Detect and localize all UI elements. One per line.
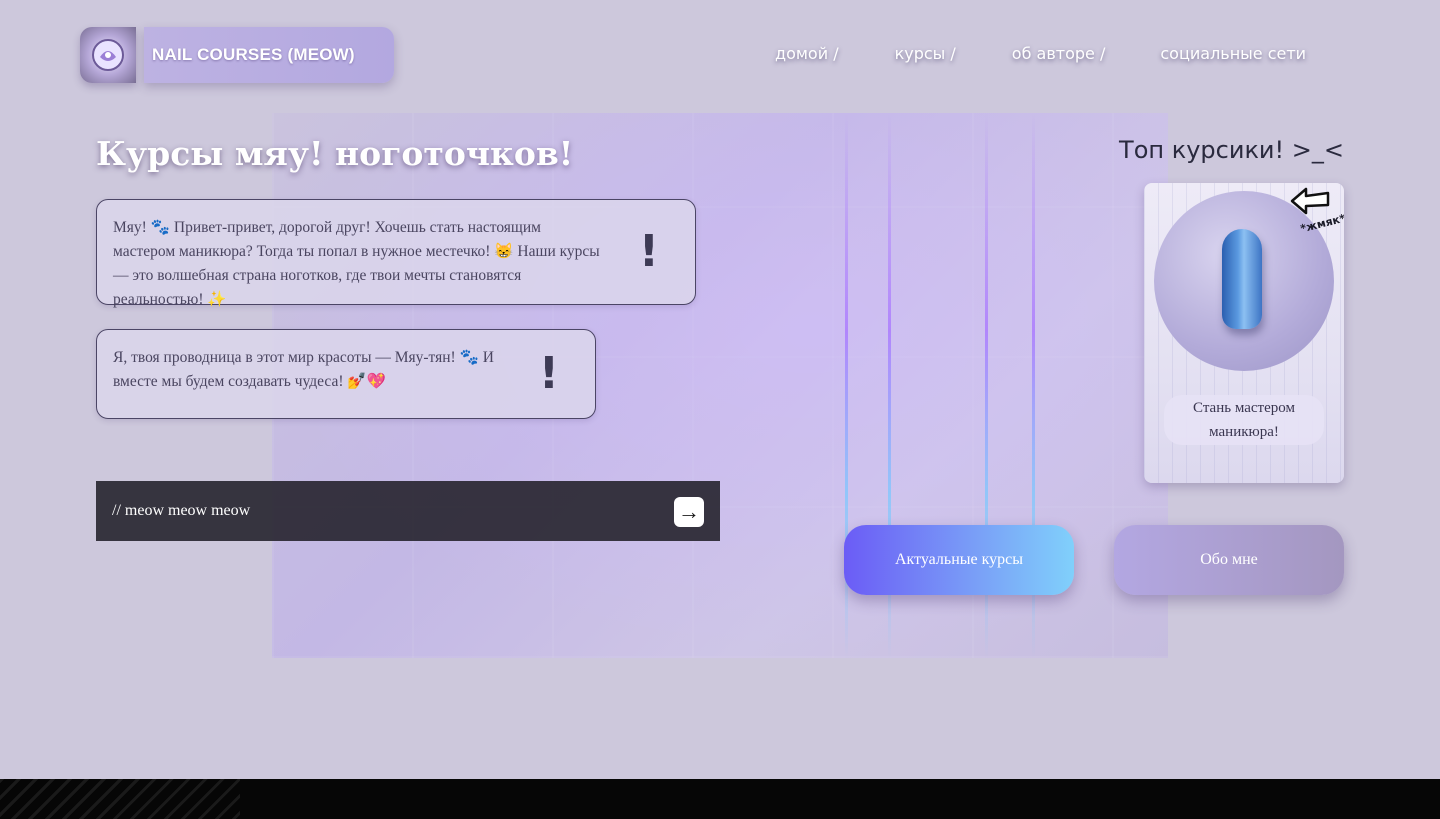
top-courses-title: Топ курсики! >_< [1119,136,1344,164]
current-courses-button[interactable]: Актуальные курсы [844,525,1074,595]
nav-social[interactable]: социальные сети [1160,44,1306,63]
top-course-card[interactable]: *жмяк* Стань мастером маникюра! [1144,183,1344,483]
nav-home[interactable]: домой / [775,44,839,63]
footer [0,779,1440,819]
card-label: Стань мастером маникюра! [1164,395,1324,445]
about-me-button[interactable]: Обо мне [1114,525,1344,595]
hero-title: Курсы мяу! ноготочков! [96,134,574,173]
nav-courses[interactable]: курсы / [895,44,956,63]
main-nav: домой / курсы / об авторе / социальные с… [775,44,1306,63]
intro-text: Мяу! 🐾 Привет-привет, дорогой друг! Хоче… [113,219,600,308]
meow-bar-label: // meow meow meow [112,502,251,519]
nav-about-author[interactable]: об авторе / [1012,44,1106,63]
exclamation-icon: ! [638,226,659,277]
nail-image [1222,229,1262,329]
brand-title: NAIL COURSES (MEOW) [144,27,394,83]
exclamation-icon: ! [538,348,559,399]
footer-stripes [0,779,240,819]
intro-bubble: Мяу! 🐾 Привет-привет, дорогой друг! Хоче… [96,199,696,308]
brand-logo[interactable]: NAIL COURSES (MEOW) [80,27,394,83]
arrow-right-icon[interactable]: → [674,497,704,527]
guide-bubble: Я, твоя проводница в этот мир красоты — … [96,329,596,419]
guide-text: Я, твоя проводница в этот мир красоты — … [113,349,494,390]
meow-bar[interactable]: // meow meow meow → [96,481,720,541]
arrow-pointer-icon [1290,187,1330,215]
nail-polish-logo-icon [80,27,136,83]
